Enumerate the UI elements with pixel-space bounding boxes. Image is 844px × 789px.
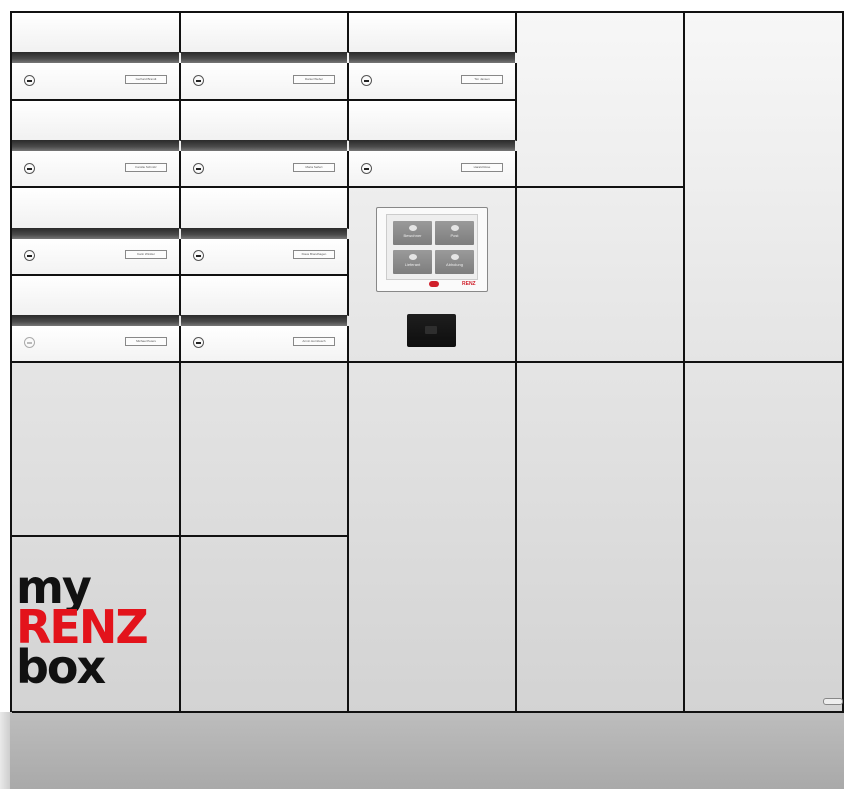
mail-slot bbox=[349, 140, 515, 151]
mail-slot bbox=[12, 228, 179, 239]
mailbox-door[interactable]: Harald Rose bbox=[349, 151, 517, 188]
mail-slot bbox=[181, 315, 347, 326]
mailbox-nameplate: Armin Hornbusch bbox=[293, 337, 335, 346]
mail-slot bbox=[12, 140, 179, 151]
lock-icon bbox=[24, 163, 35, 174]
mail-slot bbox=[181, 52, 347, 63]
lock-icon bbox=[193, 250, 204, 261]
mailbox-door[interactable]: Michael Peters bbox=[12, 326, 181, 363]
parcel-compartment[interactable] bbox=[517, 363, 685, 713]
mailbox-door[interactable]: Armin Hornbusch bbox=[181, 326, 349, 363]
mailbox-door[interactable]: Gerhard Brandt bbox=[12, 63, 181, 101]
lock-icon bbox=[24, 337, 35, 348]
mailbox-slot-area bbox=[349, 101, 517, 141]
package-icon bbox=[408, 254, 417, 260]
call-button[interactable] bbox=[429, 281, 439, 287]
pickup-icon bbox=[450, 254, 459, 260]
tile-delivery[interactable]: Lieferant bbox=[393, 250, 432, 274]
mail-slot bbox=[12, 315, 179, 326]
parcel-compartment[interactable] bbox=[517, 13, 685, 188]
mailbox-slot-area bbox=[12, 13, 181, 53]
touch-screen[interactable]: Bewohner Post Lieferant Abholung bbox=[386, 214, 478, 280]
mail-slot bbox=[181, 140, 347, 151]
mailbox-slot-area bbox=[12, 101, 181, 141]
manufacturer-badge bbox=[823, 698, 843, 705]
mailbox-nameplate: Klaus Brandhagen bbox=[293, 250, 335, 259]
mailbox-door[interactable]: Familie Schmitz bbox=[12, 151, 181, 188]
mailbox-nameplate: Harald Rose bbox=[461, 163, 503, 172]
mailbox-slot-area bbox=[181, 13, 349, 53]
locker-plinth bbox=[10, 712, 844, 789]
tile-label: Bewohner bbox=[403, 233, 422, 238]
mailbox-slot-area bbox=[12, 188, 181, 229]
mailbox-nameplate: Tim Jansen bbox=[461, 75, 503, 84]
parcel-compartment[interactable] bbox=[349, 363, 517, 713]
people-icon bbox=[408, 225, 417, 231]
terminal-brand: RENZ bbox=[462, 281, 476, 287]
tile-residents[interactable]: Bewohner bbox=[393, 221, 432, 245]
mail-slot bbox=[12, 52, 179, 63]
mailbox-nameplate: Daniel Weber bbox=[293, 75, 335, 84]
mailbox-door[interactable]: Klaus Brandhagen bbox=[181, 239, 349, 276]
lock-icon bbox=[193, 75, 204, 86]
mailbox-door[interactable]: Maria Seifert bbox=[181, 151, 349, 188]
mailbox-slot-area bbox=[181, 101, 349, 141]
mailbox-slot-area bbox=[12, 276, 181, 316]
lock-icon bbox=[361, 163, 372, 174]
lock-icon bbox=[24, 75, 35, 86]
parcel-compartment[interactable] bbox=[685, 363, 844, 713]
tile-pickup[interactable]: Abholung bbox=[435, 250, 474, 274]
mailbox-nameplate: Maria Seifert bbox=[293, 163, 335, 172]
parcel-compartment[interactable] bbox=[181, 363, 349, 537]
tile-label: Abholung bbox=[446, 262, 463, 267]
parcel-compartment[interactable] bbox=[685, 13, 844, 363]
mailbox-slot-area bbox=[181, 188, 349, 229]
mail-slot bbox=[181, 228, 347, 239]
mailbox-nameplate: Gerhard Brandt bbox=[125, 75, 167, 84]
mailbox-slot-area bbox=[181, 276, 349, 316]
tile-post[interactable]: Post bbox=[435, 221, 474, 245]
mailbox-door[interactable]: Daniel Weber bbox=[181, 63, 349, 101]
parcel-compartment[interactable] bbox=[12, 363, 181, 537]
lock-icon bbox=[193, 163, 204, 174]
tile-label: Lieferant bbox=[404, 262, 421, 267]
parcel-compartment[interactable] bbox=[517, 188, 685, 363]
card-reader[interactable] bbox=[407, 314, 456, 347]
tile-label: Post bbox=[450, 233, 459, 238]
logo-line-box: box bbox=[16, 640, 106, 694]
mail-icon bbox=[450, 225, 459, 231]
parcel-compartment[interactable] bbox=[181, 537, 349, 713]
mail-slot bbox=[349, 52, 515, 63]
touch-terminal[interactable]: Bewohner Post Lieferant Abholung RENZ bbox=[376, 207, 488, 292]
mailbox-nameplate: Karin Winkler bbox=[125, 250, 167, 259]
myrenzbox-logo: my RENZ box bbox=[16, 564, 176, 694]
mailbox-door[interactable]: Karin Winkler bbox=[12, 239, 181, 276]
lock-icon bbox=[193, 337, 204, 348]
mailbox-slot-area bbox=[349, 13, 517, 53]
lock-icon bbox=[24, 250, 35, 261]
mailbox-nameplate: Familie Schmitz bbox=[125, 163, 167, 172]
mailbox-nameplate: Michael Peters bbox=[125, 337, 167, 346]
mailbox-door[interactable]: Tim Jansen bbox=[349, 63, 517, 101]
lock-icon bbox=[361, 75, 372, 86]
